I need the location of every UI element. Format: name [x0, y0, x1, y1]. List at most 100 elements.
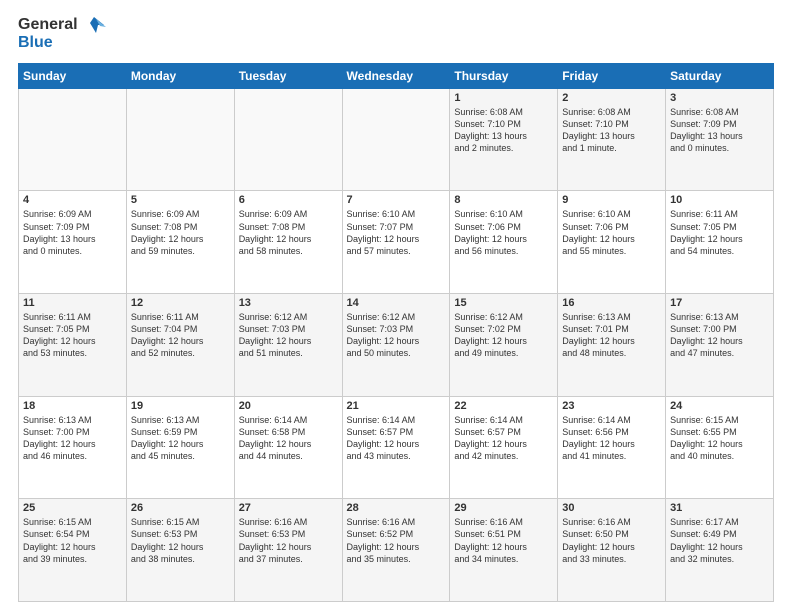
calendar-cell: 27 Sunrise: 6:16 AMSunset: 6:53 PMDayligh…: [234, 499, 342, 602]
calendar-cell: [234, 88, 342, 191]
header: General Blue: [18, 16, 774, 53]
col-thursday: Thursday: [450, 63, 558, 88]
week-row-1: 1 Sunrise: 6:08 AMSunset: 7:10 PMDaylight…: [19, 88, 774, 191]
day-info: Sunrise: 6:16 AMSunset: 6:53 PMDaylight:…: [239, 517, 312, 563]
calendar-cell: 17 Sunrise: 6:13 AMSunset: 7:00 PMDayligh…: [666, 294, 774, 397]
day-number: 19: [131, 400, 230, 412]
calendar-header-row: Sunday Monday Tuesday Wednesday Thursday…: [19, 63, 774, 88]
day-info: Sunrise: 6:09 AMSunset: 7:09 PMDaylight:…: [23, 209, 96, 255]
calendar-cell: 31 Sunrise: 6:17 AMSunset: 6:49 PMDayligh…: [666, 499, 774, 602]
logo: General Blue: [18, 16, 108, 53]
day-info: Sunrise: 6:16 AMSunset: 6:51 PMDaylight:…: [454, 517, 527, 563]
calendar-table: Sunday Monday Tuesday Wednesday Thursday…: [18, 63, 774, 602]
day-number: 28: [347, 502, 446, 514]
calendar-cell: 23 Sunrise: 6:14 AMSunset: 6:56 PMDayligh…: [558, 396, 666, 499]
col-tuesday: Tuesday: [234, 63, 342, 88]
day-info: Sunrise: 6:14 AMSunset: 6:56 PMDaylight:…: [562, 415, 635, 461]
day-info: Sunrise: 6:15 AMSunset: 6:55 PMDaylight:…: [670, 415, 743, 461]
calendar-cell: 21Sunrise: 6:14 AMSunset: 6:57 PMDayligh…: [342, 396, 450, 499]
day-number: 18: [23, 400, 122, 412]
day-info: Sunrise: 6:08 AMSunset: 7:10 PMDaylight:…: [562, 107, 635, 153]
calendar-cell: 4 Sunrise: 6:09 AMSunset: 7:09 PMDaylight…: [19, 191, 127, 294]
calendar-cell: 6Sunrise: 6:09 AMSunset: 7:08 PMDaylight…: [234, 191, 342, 294]
day-info: Sunrise: 6:14 AMSunset: 6:57 PMDaylight:…: [454, 415, 527, 461]
calendar-cell: 19Sunrise: 6:13 AMSunset: 6:59 PMDayligh…: [126, 396, 234, 499]
day-number: 4: [23, 194, 122, 206]
day-info: Sunrise: 6:11 AMSunset: 7:04 PMDaylight:…: [131, 312, 204, 358]
logo-general: General: [18, 16, 78, 34]
day-info: Sunrise: 6:13 AMSunset: 7:00 PMDaylight:…: [670, 312, 743, 358]
day-number: 7: [347, 194, 446, 206]
day-number: 12: [131, 297, 230, 309]
week-row-2: 4 Sunrise: 6:09 AMSunset: 7:09 PMDaylight…: [19, 191, 774, 294]
day-number: 10: [670, 194, 769, 206]
day-number: 5: [131, 194, 230, 206]
day-info: Sunrise: 6:16 AMSunset: 6:50 PMDaylight:…: [562, 517, 635, 563]
day-info: Sunrise: 6:12 AMSunset: 7:02 PMDaylight:…: [454, 312, 527, 358]
calendar-cell: 2Sunrise: 6:08 AMSunset: 7:10 PMDaylight…: [558, 88, 666, 191]
calendar-cell: 14 Sunrise: 6:12 AMSunset: 7:03 PMDayligh…: [342, 294, 450, 397]
day-info: Sunrise: 6:11 AMSunset: 7:05 PMDaylight:…: [23, 312, 96, 358]
day-number: 15: [454, 297, 553, 309]
page: General Blue Sunday Monday Tuesday Wedne…: [0, 0, 792, 612]
logo-blue: Blue: [18, 34, 78, 52]
calendar-cell: 5 Sunrise: 6:09 AMSunset: 7:08 PMDaylight…: [126, 191, 234, 294]
day-number: 24: [670, 400, 769, 412]
day-number: 13: [239, 297, 338, 309]
day-info: Sunrise: 6:11 AMSunset: 7:05 PMDaylight:…: [670, 209, 743, 255]
calendar-cell: [19, 88, 127, 191]
calendar-cell: 8Sunrise: 6:10 AMSunset: 7:06 PMDaylight…: [450, 191, 558, 294]
day-info: Sunrise: 6:10 AMSunset: 7:06 PMDaylight:…: [562, 209, 635, 255]
day-number: 14: [347, 297, 446, 309]
calendar-cell: 9 Sunrise: 6:10 AMSunset: 7:06 PMDaylight…: [558, 191, 666, 294]
day-number: 31: [670, 502, 769, 514]
week-row-4: 18Sunrise: 6:13 AMSunset: 7:00 PMDayligh…: [19, 396, 774, 499]
col-monday: Monday: [126, 63, 234, 88]
calendar-cell: 25 Sunrise: 6:15 AMSunset: 6:54 PMDayligh…: [19, 499, 127, 602]
day-info: Sunrise: 6:16 AMSunset: 6:52 PMDaylight:…: [347, 517, 420, 563]
day-info: Sunrise: 6:14 AMSunset: 6:58 PMDaylight:…: [239, 415, 312, 461]
calendar-cell: 1 Sunrise: 6:08 AMSunset: 7:10 PMDaylight…: [450, 88, 558, 191]
day-number: 30: [562, 502, 661, 514]
day-number: 27: [239, 502, 338, 514]
calendar-cell: 16Sunrise: 6:13 AMSunset: 7:01 PMDayligh…: [558, 294, 666, 397]
day-info: Sunrise: 6:12 AMSunset: 7:03 PMDaylight:…: [347, 312, 420, 358]
day-number: 11: [23, 297, 122, 309]
calendar-cell: 18Sunrise: 6:13 AMSunset: 7:00 PMDayligh…: [19, 396, 127, 499]
calendar-cell: 7 Sunrise: 6:10 AMSunset: 7:07 PMDaylight…: [342, 191, 450, 294]
day-info: Sunrise: 6:08 AMSunset: 7:09 PMDaylight:…: [670, 107, 743, 153]
calendar-cell: 22Sunrise: 6:14 AMSunset: 6:57 PMDayligh…: [450, 396, 558, 499]
col-friday: Friday: [558, 63, 666, 88]
calendar-cell: 24 Sunrise: 6:15 AMSunset: 6:55 PMDayligh…: [666, 396, 774, 499]
day-info: Sunrise: 6:10 AMSunset: 7:07 PMDaylight:…: [347, 209, 420, 255]
col-wednesday: Wednesday: [342, 63, 450, 88]
logo-bird-icon: [80, 15, 108, 47]
day-number: 21: [347, 400, 446, 412]
calendar-cell: 28 Sunrise: 6:16 AMSunset: 6:52 PMDayligh…: [342, 499, 450, 602]
day-info: Sunrise: 6:15 AMSunset: 6:53 PMDaylight:…: [131, 517, 204, 563]
calendar-cell: 30 Sunrise: 6:16 AMSunset: 6:50 PMDayligh…: [558, 499, 666, 602]
calendar-cell: 10 Sunrise: 6:11 AMSunset: 7:05 PMDayligh…: [666, 191, 774, 294]
day-info: Sunrise: 6:09 AMSunset: 7:08 PMDaylight:…: [131, 209, 204, 255]
day-info: Sunrise: 6:17 AMSunset: 6:49 PMDaylight:…: [670, 517, 743, 563]
day-number: 29: [454, 502, 553, 514]
col-saturday: Saturday: [666, 63, 774, 88]
calendar-cell: 26 Sunrise: 6:15 AMSunset: 6:53 PMDayligh…: [126, 499, 234, 602]
calendar-cell: 12 Sunrise: 6:11 AMSunset: 7:04 PMDayligh…: [126, 294, 234, 397]
day-info: Sunrise: 6:08 AMSunset: 7:10 PMDaylight:…: [454, 107, 527, 153]
day-info: Sunrise: 6:09 AMSunset: 7:08 PMDaylight:…: [239, 209, 312, 255]
calendar-cell: [126, 88, 234, 191]
day-number: 3: [670, 92, 769, 104]
calendar-cell: 29 Sunrise: 6:16 AMSunset: 6:51 PMDayligh…: [450, 499, 558, 602]
day-number: 20: [239, 400, 338, 412]
day-number: 26: [131, 502, 230, 514]
calendar-cell: 3 Sunrise: 6:08 AMSunset: 7:09 PMDaylight…: [666, 88, 774, 191]
calendar-cell: [342, 88, 450, 191]
day-number: 25: [23, 502, 122, 514]
day-number: 9: [562, 194, 661, 206]
day-number: 1: [454, 92, 553, 104]
day-info: Sunrise: 6:15 AMSunset: 6:54 PMDaylight:…: [23, 517, 96, 563]
day-number: 23: [562, 400, 661, 412]
calendar-cell: 11 Sunrise: 6:11 AMSunset: 7:05 PMDayligh…: [19, 294, 127, 397]
day-number: 17: [670, 297, 769, 309]
